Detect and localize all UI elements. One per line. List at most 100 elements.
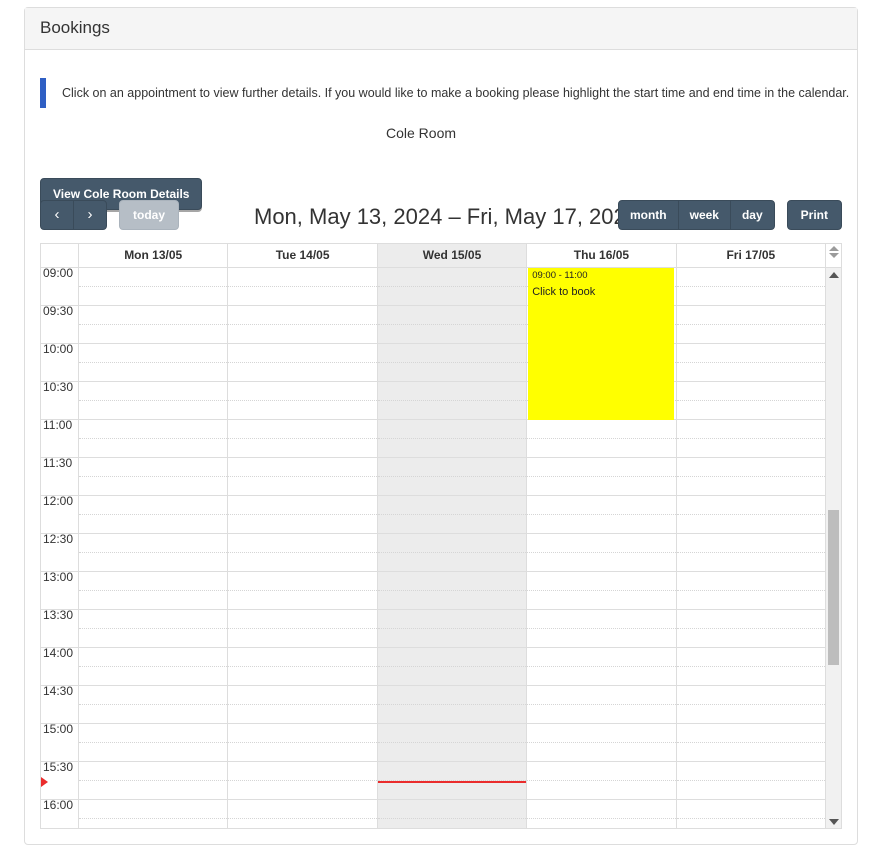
calendar-slot[interactable]	[377, 724, 527, 743]
calendar-slot[interactable]	[676, 325, 826, 344]
calendar-slot[interactable]	[527, 496, 676, 515]
calendar-slot[interactable]	[79, 458, 228, 477]
calendar-slot[interactable]	[79, 553, 228, 572]
calendar-slot[interactable]	[377, 705, 527, 724]
calendar-slot[interactable]	[228, 287, 377, 306]
calendar-slot[interactable]	[527, 667, 676, 686]
calendar-slot[interactable]	[228, 325, 377, 344]
calendar-slot[interactable]	[79, 534, 228, 553]
calendar-slot[interactable]	[527, 686, 676, 705]
view-week-button[interactable]: week	[677, 200, 731, 230]
calendar-slot[interactable]	[527, 420, 676, 439]
calendar-slot[interactable]	[228, 724, 377, 743]
calendar-slot[interactable]	[377, 591, 527, 610]
calendar-slot[interactable]	[377, 743, 527, 762]
calendar-slot[interactable]	[377, 515, 527, 534]
calendar-slot[interactable]	[676, 781, 826, 800]
calendar-slot[interactable]	[527, 648, 676, 667]
calendar-slot[interactable]	[228, 363, 377, 382]
calendar-slot[interactable]	[377, 268, 527, 287]
calendar-slot[interactable]	[228, 762, 377, 781]
calendar-slot[interactable]	[377, 686, 527, 705]
calendar-slot[interactable]	[527, 572, 676, 591]
view-day-button[interactable]: day	[729, 200, 775, 230]
calendar-slot[interactable]	[676, 553, 826, 572]
calendar-slot[interactable]	[527, 534, 676, 553]
calendar-slot[interactable]	[676, 306, 826, 325]
calendar-slot[interactable]	[228, 268, 377, 287]
calendar-slot[interactable]	[677, 819, 825, 828]
calendar-slot[interactable]	[377, 401, 527, 420]
day-column-wed[interactable]	[377, 268, 528, 828]
calendar-slot[interactable]	[79, 382, 228, 401]
calendar-event[interactable]: 09:00 - 11:00 Click to book	[528, 268, 674, 420]
day-header-mon[interactable]: Mon 13/05	[79, 244, 229, 267]
calendar-slot[interactable]	[79, 420, 228, 439]
calendar-slot[interactable]	[79, 705, 228, 724]
calendar-slot[interactable]	[676, 439, 826, 458]
calendar-slot[interactable]	[79, 781, 228, 800]
calendar-slot[interactable]	[676, 515, 826, 534]
calendar-slot[interactable]	[228, 591, 377, 610]
calendar-slot[interactable]	[377, 572, 527, 591]
calendar-slot[interactable]	[228, 781, 377, 800]
calendar-slot[interactable]	[676, 800, 826, 819]
calendar-slot[interactable]	[79, 325, 228, 344]
calendar-slot[interactable]	[228, 382, 377, 401]
calendar-slot[interactable]	[527, 458, 676, 477]
calendar-slot[interactable]	[676, 363, 826, 382]
calendar-slot[interactable]	[377, 762, 527, 781]
calendar-slot[interactable]	[676, 268, 826, 287]
calendar-slot[interactable]	[79, 686, 228, 705]
calendar-slot[interactable]	[676, 610, 826, 629]
calendar-slot[interactable]	[377, 553, 527, 572]
calendar-slot[interactable]	[79, 800, 228, 819]
calendar-slot[interactable]	[228, 648, 377, 667]
calendar-slot[interactable]	[228, 477, 377, 496]
calendar-slot[interactable]	[527, 439, 676, 458]
calendar-slot[interactable]	[377, 610, 527, 629]
day-column-tue[interactable]	[228, 268, 378, 828]
calendar-slot[interactable]	[527, 781, 676, 800]
calendar-slot[interactable]	[79, 743, 228, 762]
calendar-slot[interactable]	[79, 591, 228, 610]
calendar-slot[interactable]	[228, 819, 376, 828]
calendar-slot[interactable]	[378, 819, 526, 828]
calendar-slot[interactable]	[228, 420, 377, 439]
calendar-slot[interactable]	[228, 439, 377, 458]
calendar-slot[interactable]	[228, 515, 377, 534]
calendar-slot[interactable]	[228, 800, 377, 819]
calendar-slot[interactable]	[377, 344, 527, 363]
day-header-thu[interactable]: Thu 16/05	[527, 244, 677, 267]
calendar-slot[interactable]	[676, 496, 826, 515]
calendar-slot[interactable]	[228, 534, 377, 553]
calendar-slot[interactable]	[676, 648, 826, 667]
calendar-slot[interactable]	[228, 743, 377, 762]
calendar-slot[interactable]	[228, 401, 377, 420]
calendar-slot[interactable]	[377, 382, 527, 401]
calendar-slot[interactable]	[676, 287, 826, 306]
calendar-slot[interactable]	[79, 819, 227, 828]
calendar-slot[interactable]	[79, 306, 228, 325]
calendar-slot[interactable]	[527, 553, 676, 572]
calendar-slot[interactable]	[377, 648, 527, 667]
calendar-slot[interactable]	[377, 458, 527, 477]
calendar-slot[interactable]	[676, 401, 826, 420]
calendar-slot[interactable]	[676, 572, 826, 591]
calendar-slot[interactable]	[377, 420, 527, 439]
calendar-slot[interactable]	[228, 344, 377, 363]
calendar-slot[interactable]	[676, 420, 826, 439]
calendar-slot[interactable]	[79, 648, 228, 667]
calendar-scrollbar[interactable]	[826, 268, 842, 828]
calendar-slot[interactable]	[676, 591, 826, 610]
calendar-slot[interactable]	[377, 781, 527, 800]
calendar-slot[interactable]	[676, 705, 826, 724]
calendar-slot[interactable]	[79, 572, 228, 591]
day-column-thu[interactable]: 09:00 - 11:00 Click to book	[527, 268, 677, 828]
calendar-slot[interactable]	[377, 477, 527, 496]
calendar-slot[interactable]	[228, 553, 377, 572]
calendar-slot[interactable]	[228, 629, 377, 648]
calendar-slot[interactable]	[377, 496, 527, 515]
calendar-slot[interactable]	[377, 439, 527, 458]
calendar-slot[interactable]	[377, 534, 527, 553]
